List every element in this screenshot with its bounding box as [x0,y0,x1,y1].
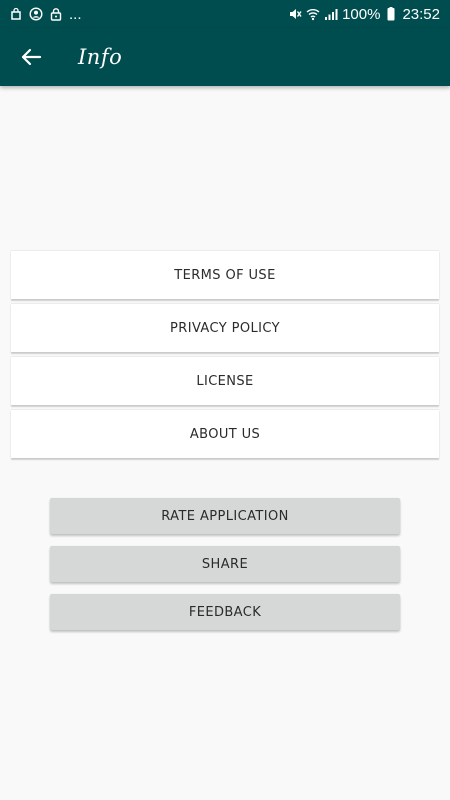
list-item-label: LICENSE [196,373,254,389]
feedback-button[interactable]: FEEDBACK [50,594,400,630]
battery-icon [384,7,398,21]
share-button[interactable]: SHARE [50,546,400,582]
page-title: Info [78,45,123,69]
list-item-about-us[interactable]: ABOUT US [11,409,439,458]
app-bar: Info [0,28,450,86]
status-time: 23:52 [402,5,440,23]
back-button[interactable] [11,37,51,77]
battery-percent: 100% [342,5,381,23]
button-label: FEEDBACK [188,604,262,620]
list-item-privacy-policy[interactable]: PRIVACY POLICY [11,303,439,352]
status-bar-left: ... [9,6,82,23]
arrow-back-icon [20,46,42,68]
account-circle-icon [29,7,43,21]
button-label: SHARE [201,556,249,572]
status-bar: ... 100% 23:52 [0,0,450,28]
button-label: RATE APPLICATION [161,508,289,524]
notification-overflow: ... [69,5,82,23]
list-item-terms-of-use[interactable]: TERMS OF USE [11,250,439,299]
list-item-label: PRIVACY POLICY [170,320,280,336]
mute-icon [288,7,302,21]
list-item-label: TERMS OF USE [174,267,276,283]
lock-icon [49,7,63,21]
list-item-license[interactable]: LICENSE [11,356,439,405]
action-buttons: RATE APPLICATION SHARE FEEDBACK [50,498,400,642]
shopping-bag-icon [9,7,23,21]
list-item-label: ABOUT US [189,426,261,442]
signal-icon [324,7,338,21]
wifi-icon [306,7,320,21]
rate-application-button[interactable]: RATE APPLICATION [50,498,400,534]
info-list: TERMS OF USE PRIVACY POLICY LICENSE ABOU… [11,250,439,462]
status-bar-right: 100% 23:52 [288,6,440,23]
